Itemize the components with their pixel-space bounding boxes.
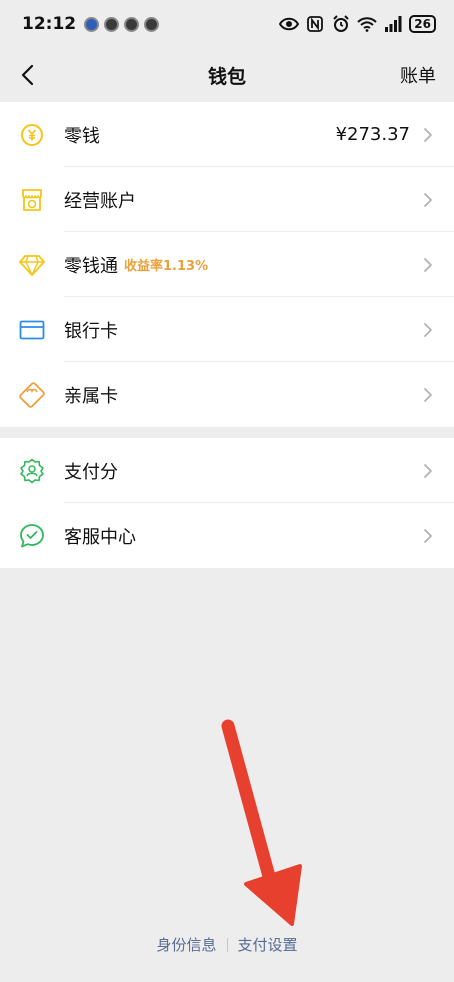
status-time: 12:12 [22,14,77,34]
list-item-merchant-account[interactable]: 经营账户 [0,167,454,232]
pay-settings-link[interactable]: 支付设置 [238,934,298,955]
customer-service-icon [18,522,46,550]
item-label: 支付分 [64,461,118,483]
app-notification-icon [144,16,160,32]
app-notification-icon [124,16,140,32]
chevron-right-icon [424,127,432,142]
wallet-list: 零钱 ¥273.37 经营账户 零钱通 收益率1.13% 银行卡 亲属卡 [0,102,454,427]
item-label: 银行卡 [64,320,118,342]
eye-icon [279,16,300,32]
list-item-lingqiantong[interactable]: 零钱通 收益率1.13% [0,232,454,297]
chevron-right-icon [424,387,432,402]
item-label: 零钱 [64,125,100,147]
battery-level: 26 [409,15,436,33]
list-item-family-card[interactable]: 亲属卡 [0,362,454,427]
app-notification-icon [84,16,100,32]
footer-divider [226,937,228,952]
item-label: 经营账户 [64,190,136,212]
nav-bar: 钱包 账单 [0,48,454,102]
nfc-icon [305,16,325,32]
chevron-right-icon [424,257,432,272]
pay-score-icon [18,457,46,485]
wifi-icon [357,16,378,32]
status-bar: 12:12 26 [0,0,454,48]
merchant-account-icon [18,186,46,214]
notification-icons [84,16,160,32]
system-icons: 26 [279,15,436,33]
page-title: 钱包 [207,65,246,88]
back-button[interactable] [12,60,42,90]
list-item-customer-service[interactable]: 客服中心 [0,503,454,568]
identity-info-link[interactable]: 身份信息 [156,934,216,955]
item-label: 零钱通 [64,255,118,277]
chevron-right-icon [424,528,432,543]
chevron-right-icon [424,192,432,207]
chevron-right-icon [424,322,432,337]
list-item-bank-card[interactable]: 银行卡 [0,297,454,362]
list-item-pay-score[interactable]: 支付分 [0,438,454,503]
bill-button[interactable]: 账单 [400,62,436,88]
alarm-icon [331,15,351,32]
item-label: 亲属卡 [64,385,118,407]
family-card-icon [18,381,46,409]
signal-icon [383,16,403,32]
balance-value: ¥273.37 [335,124,410,145]
yuan-coin-icon [18,121,46,149]
diamond-icon [18,251,46,279]
footer-links: 身份信息 支付设置 [0,934,454,955]
app-notification-icon [104,16,120,32]
item-label: 客服中心 [64,526,136,548]
chevron-right-icon [424,463,432,478]
yield-rate: 收益率1.13% [124,259,209,274]
chevron-left-icon [21,64,34,86]
bank-card-icon [18,316,46,344]
list-item-change[interactable]: 零钱 ¥273.37 [0,102,454,167]
service-list: 支付分 客服中心 [0,438,454,568]
